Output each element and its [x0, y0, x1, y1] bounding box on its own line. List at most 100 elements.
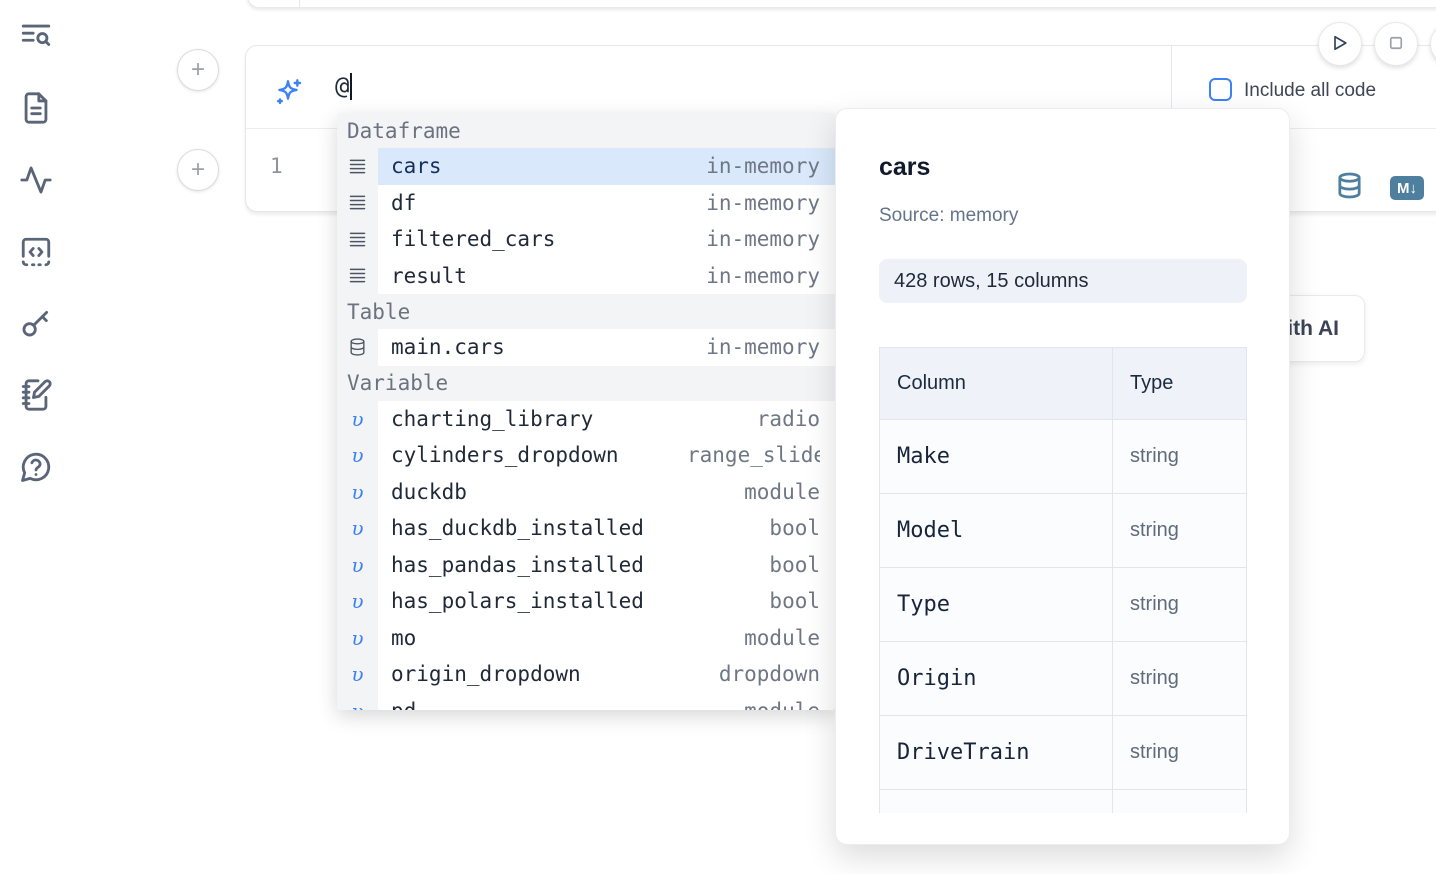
item-name: result: [391, 264, 467, 288]
shape-badge: 428 rows, 15 columns: [879, 259, 1247, 303]
add-data-button[interactable]: [1335, 170, 1364, 206]
activity-button[interactable]: [18, 164, 54, 200]
add-cell-below-button[interactable]: +: [177, 149, 219, 191]
item-name: cars: [391, 154, 442, 178]
autocomplete-item-df[interactable]: df in-memory: [337, 185, 835, 222]
item-type: dropdown: [719, 662, 820, 686]
database-icon: [1335, 188, 1364, 205]
notebook-pen-icon: [19, 378, 53, 417]
activity-icon: [19, 163, 53, 202]
item-type: bool: [769, 516, 820, 540]
item-type: bool: [769, 553, 820, 577]
table-row: DriveTrain string: [880, 716, 1247, 790]
secrets-button[interactable]: [18, 307, 54, 343]
autocomplete-item-mo[interactable]: υ mo module: [337, 620, 835, 657]
preview-source: Source: memory: [879, 205, 1018, 227]
item-name: origin_dropdown: [391, 662, 581, 686]
autocomplete-item-origin-dropdown[interactable]: υ origin_dropdown dropdown: [337, 656, 835, 693]
item-name: cylinders_dropdown: [391, 443, 619, 467]
item-type: module: [744, 699, 820, 710]
item-name: charting_library: [391, 407, 593, 431]
variable-icon: υ: [337, 693, 378, 711]
gutter-divider: [299, 0, 300, 7]
autocomplete-item-has-duckdb-installed[interactable]: υ has_duckdb_installed bool: [337, 510, 835, 547]
convert-to-markdown-button[interactable]: M↓: [1390, 176, 1424, 200]
schema-table: Column Type Make string Model string Typ…: [879, 347, 1247, 813]
column-cell: DriveTrain: [880, 716, 1113, 790]
autocomplete-item-result[interactable]: result in-memory: [337, 258, 835, 295]
preview-title: cars: [879, 153, 930, 182]
type-cell: string: [1113, 568, 1247, 642]
dataframe-rows-icon: [337, 221, 378, 258]
files-button[interactable]: [18, 92, 54, 128]
table-row: Origin string: [880, 642, 1247, 716]
section-header-variable: Variable: [337, 366, 835, 401]
section-header-dataframe: Dataframe: [337, 113, 835, 148]
autocomplete-item-main-cars[interactable]: main.cars in-memory: [337, 329, 835, 366]
item-type: radio: [757, 407, 820, 431]
scratchpad-button[interactable]: [18, 379, 54, 415]
previous-cell-fragment: [247, 0, 1436, 8]
section-header-table: Table: [337, 294, 835, 329]
autocomplete-item-pd[interactable]: υ pd module: [337, 693, 835, 711]
type-cell: string: [1113, 642, 1247, 716]
include-all-code-label: Include all code: [1244, 80, 1376, 102]
item-type: in-memory: [706, 191, 820, 215]
column-cell: [880, 790, 1113, 814]
variable-icon: υ: [337, 474, 378, 511]
column-cell: Model: [880, 494, 1113, 568]
include-all-code-checkbox[interactable]: [1209, 78, 1232, 101]
type-header: Type: [1113, 348, 1247, 420]
variable-icon: υ: [337, 620, 378, 657]
table-row: Model string: [880, 494, 1247, 568]
item-name: duckdb: [391, 480, 467, 504]
item-name: has_duckdb_installed: [391, 516, 644, 540]
table-header-row: Column Type: [880, 348, 1247, 420]
item-type: module: [744, 626, 820, 650]
autocomplete-item-duckdb[interactable]: υ duckdb module: [337, 474, 835, 511]
item-type: in-memory: [706, 335, 820, 359]
autocomplete-dropdown: Dataframe cars in-memory df in-memory fi…: [337, 113, 835, 710]
table-row: Make string: [880, 420, 1247, 494]
item-name: filtered_cars: [391, 227, 555, 251]
autocomplete-item-cylinders-dropdown[interactable]: υ cylinders_dropdown range_slider: [337, 437, 835, 474]
stop-button[interactable]: [1374, 22, 1418, 66]
sparkles-icon: [272, 77, 304, 114]
run-cell-button[interactable]: [1318, 22, 1362, 66]
autocomplete-item-charting-library[interactable]: υ charting_library radio: [337, 401, 835, 438]
text-cursor: [350, 73, 352, 100]
item-name: df: [391, 191, 416, 215]
item-name: has_pandas_installed: [391, 553, 644, 577]
ai-prompt-input[interactable]: @: [335, 72, 352, 100]
left-sidebar: [0, 0, 70, 874]
file-text-icon: [19, 91, 53, 130]
item-type: in-memory: [706, 227, 820, 251]
snippets-button[interactable]: [18, 236, 54, 272]
variable-icon: υ: [337, 583, 378, 620]
dataframe-preview-panel: cars Source: memory 428 rows, 15 columns…: [835, 108, 1290, 845]
variable-icon: υ: [337, 547, 378, 584]
help-button[interactable]: [18, 451, 54, 487]
autocomplete-item-cars[interactable]: cars in-memory: [337, 148, 835, 185]
line-number: 1: [270, 154, 283, 178]
column-cell: Make: [880, 420, 1113, 494]
add-cell-above-button[interactable]: +: [177, 49, 219, 91]
item-type: module: [744, 480, 820, 504]
item-name: has_polars_installed: [391, 589, 644, 613]
code-snippet-icon: [19, 235, 53, 274]
database-icon: [337, 329, 378, 366]
autocomplete-item-filtered-cars[interactable]: filtered_cars in-memory: [337, 221, 835, 258]
schema-table-container[interactable]: Column Type Make string Model string Typ…: [879, 347, 1248, 813]
autocomplete-item-has-polars-installed[interactable]: υ has_polars_installed bool: [337, 583, 835, 620]
type-cell: string: [1113, 420, 1247, 494]
toc-search-button[interactable]: [18, 20, 54, 56]
stop-square-icon: [1387, 34, 1405, 55]
play-icon: [1330, 33, 1350, 56]
column-header: Column: [880, 348, 1113, 420]
autocomplete-item-has-pandas-installed[interactable]: υ has_pandas_installed bool: [337, 547, 835, 584]
item-name: mo: [391, 626, 416, 650]
prompt-value: @: [335, 72, 349, 100]
table-row: Type string: [880, 568, 1247, 642]
item-type: bool: [769, 589, 820, 613]
variable-icon: υ: [337, 656, 378, 693]
